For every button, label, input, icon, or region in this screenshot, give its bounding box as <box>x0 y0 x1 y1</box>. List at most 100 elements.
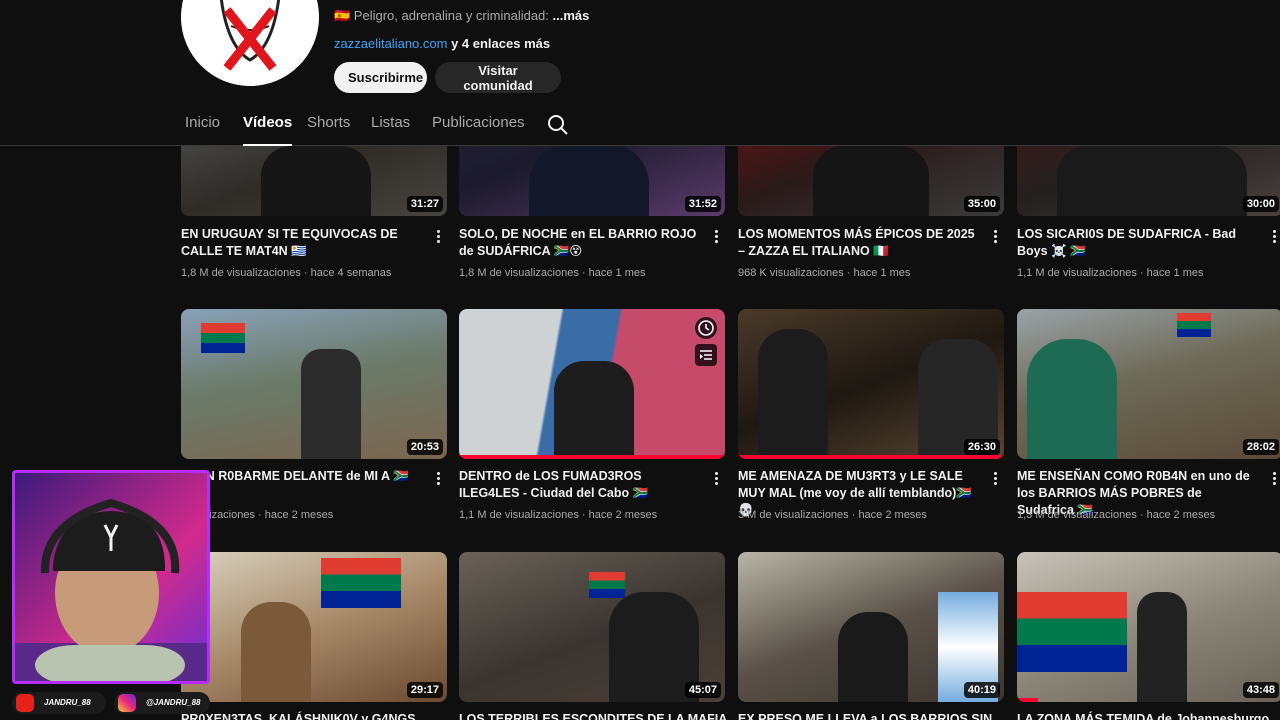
video-card[interactable]: 30:00 LOS SICARI0S DE SUDAFRICA - Bad Bo… <box>1017 66 1280 286</box>
thumbnail-figure <box>554 361 634 459</box>
video-card[interactable]: 20:53 NTAN R0BARME DELANTE de MI A 🇿🇦 vi… <box>181 309 447 531</box>
youtube-handle: JANDRU_88 <box>44 698 91 707</box>
thumbnail-figure <box>261 146 371 216</box>
description-text: 🇪🇸 Peligro, adrenalina y criminalidad: <box>334 8 553 23</box>
video-meta: 968 K visualizaciones · hace 1 mes <box>738 267 911 279</box>
thumbnail-figure <box>529 144 649 216</box>
video-thumbnail[interactable]: 45:07 <box>459 552 725 702</box>
video-card[interactable]: 31:27 EN URUGUAY SI TE EQUIVOCAS DE CALL… <box>181 66 447 286</box>
thumbnail-figure <box>301 349 361 459</box>
video-meta: 3 M de visualizaciones · hace 2 meses <box>738 509 927 521</box>
video-duration: 26:30 <box>963 439 1000 455</box>
stream-social-bar: JANDRU_88 @JANDRU_88 <box>0 688 240 720</box>
video-duration: 20:53 <box>406 439 443 455</box>
youtube-handle-badge: JANDRU_88 <box>12 692 106 714</box>
more-options-icon[interactable] <box>990 470 1000 488</box>
video-thumbnail[interactable]: 29:17 <box>181 552 447 702</box>
video-meta: 1,8 M de visualizaciones · hace 4 semana… <box>181 267 392 279</box>
video-meta: 1,3 M de visualizaciones · hace 2 meses <box>1017 509 1216 521</box>
tab-shorts[interactable]: Shorts <box>307 114 350 146</box>
thumbnail-figure <box>1057 146 1247 216</box>
video-card[interactable]: 26:30 ME AMENAZA DE MU3RT3 y LE SALE MUY… <box>738 309 1004 531</box>
thumbnail-flag <box>321 558 401 608</box>
more-options-icon[interactable] <box>711 228 721 246</box>
thumbnail-figure <box>838 612 908 702</box>
thumbnail-flag <box>1017 592 1127 672</box>
video-title[interactable]: LOS TERRIBLES ESCONDITES DE LA MAFIA <box>459 711 727 720</box>
more-options-icon[interactable] <box>433 228 443 246</box>
video-title[interactable]: NTAN R0BARME DELANTE de MI A 🇿🇦 <box>181 468 421 485</box>
channel-avatar[interactable] <box>181 0 319 86</box>
search-icon[interactable] <box>547 114 569 136</box>
thumbnail-flag <box>201 323 245 353</box>
channel-header: 🇪🇸 Peligro, adrenalina y criminalidad: .… <box>0 0 1280 146</box>
video-card[interactable]: 31:52 SOLO, DE NOCHE en EL BARRIO ROJO d… <box>459 66 725 286</box>
more-options-icon[interactable] <box>433 470 443 488</box>
more-options-icon[interactable] <box>1269 470 1279 488</box>
tab-videos[interactable]: Vídeos <box>243 114 293 146</box>
tab-inicio[interactable]: Inicio <box>185 114 220 146</box>
thumbnail-figure <box>1137 592 1187 702</box>
video-duration: 45:07 <box>684 682 721 698</box>
video-thumbnail[interactable] <box>459 309 725 459</box>
video-title[interactable]: SOLO, DE NOCHE en EL BARRIO ROJO de SUDÁ… <box>459 226 699 260</box>
watch-progress-bar <box>459 455 725 459</box>
youtube-icon <box>16 694 34 712</box>
video-duration: 30:00 <box>1242 196 1279 212</box>
video-title[interactable]: EX PRESO ME LLEVA a LOS BARRIOS SIN <box>738 711 992 720</box>
video-duration: 29:17 <box>406 682 443 698</box>
video-meta: 1,1 M de visualizaciones · hace 2 meses <box>459 509 658 521</box>
instagram-icon <box>118 694 136 712</box>
video-meta: 1,8 M de visualizaciones · hace 1 mes <box>459 267 646 279</box>
video-card[interactable]: 28:02 ME ENSEÑAN COMO R0B4N en uno de lo… <box>1017 309 1280 531</box>
description-more-link[interactable]: ...más <box>553 8 590 23</box>
video-title[interactable]: EN URUGUAY SI TE EQUIVOCAS DE CALLE TE M… <box>181 226 421 260</box>
video-card[interactable]: DENTRO de LOS FUMAD3ROS ILEG4LES - Ciuda… <box>459 309 725 531</box>
subscribe-button[interactable]: Suscribirme <box>334 62 427 93</box>
video-duration: 35:00 <box>963 196 1000 212</box>
video-duration: 31:27 <box>406 196 443 212</box>
website-link[interactable]: zazzaelitaliano.com <box>334 36 447 51</box>
video-duration: 31:52 <box>684 196 721 212</box>
channel-description: 🇪🇸 Peligro, adrenalina y criminalidad: .… <box>334 8 589 24</box>
video-meta: 1,1 M de visualizaciones · hace 1 mes <box>1017 267 1204 279</box>
video-card[interactable]: 45:07 LOS TERRIBLES ESCONDITES DE LA MAF… <box>459 552 727 720</box>
video-thumbnail[interactable]: 20:53 <box>181 309 447 459</box>
more-options-icon[interactable] <box>1269 228 1279 246</box>
video-thumbnail[interactable]: 26:30 <box>738 309 1004 459</box>
video-duration: 43:48 <box>1242 682 1279 698</box>
thumbnail-figure <box>813 146 929 216</box>
more-links[interactable]: y 4 enlaces más <box>447 36 550 51</box>
video-title[interactable]: LOS SICARI0S DE SUDAFRICA - Bad Boys ☠️ … <box>1017 226 1257 260</box>
watch-progress-bar <box>738 455 1004 459</box>
watch-later-icon[interactable] <box>695 317 717 339</box>
video-title[interactable]: DENTRO de LOS FUMAD3ROS ILEG4LES - Ciuda… <box>459 468 699 502</box>
thumbnail-flag <box>589 572 625 598</box>
more-options-icon[interactable] <box>990 228 1000 246</box>
video-card[interactable]: 40:19 EX PRESO ME LLEVA a LOS BARRIOS SI… <box>738 552 1004 720</box>
tab-publicaciones[interactable]: Publicaciones <box>432 114 525 146</box>
thumbnail-flag <box>1177 313 1211 337</box>
more-options-icon[interactable] <box>711 470 721 488</box>
video-card[interactable]: 43:48 LA ZONA MÁS TEMIDA de Johannesburg… <box>1017 552 1280 720</box>
webcam-overlay <box>12 470 210 684</box>
instagram-handle: @JANDRU_88 <box>146 698 201 707</box>
webcam-person <box>15 498 207 681</box>
thumbnail-figure <box>758 329 828 459</box>
video-thumbnail[interactable]: 28:02 <box>1017 309 1280 459</box>
video-thumbnail[interactable]: 40:19 <box>738 552 1004 702</box>
thumbnail-figure <box>1027 339 1117 459</box>
watch-progress-bar <box>1017 698 1039 702</box>
video-title[interactable]: LOS MOMENTOS MÁS ÉPICOS DE 2025 – ZAZZA … <box>738 226 978 260</box>
video-meta: visualizaciones · hace 2 meses <box>181 509 334 521</box>
video-duration: 40:19 <box>963 682 1000 698</box>
instagram-handle-badge: @JANDRU_88 <box>114 692 210 714</box>
channel-links: zazzaelitaliano.com y 4 enlaces más <box>334 36 550 51</box>
tab-listas[interactable]: Listas <box>371 114 410 146</box>
add-to-queue-icon[interactable] <box>695 344 717 366</box>
video-title[interactable]: LA ZONA MÁS TEMIDA de Johannesburgo <box>1017 711 1269 720</box>
video-card[interactable]: 35:00 LOS MOMENTOS MÁS ÉPICOS DE 2025 – … <box>738 66 1004 286</box>
thumbnail-figure <box>241 602 311 702</box>
visit-community-button[interactable]: Visitar comunidad <box>435 62 561 93</box>
video-thumbnail[interactable]: 43:48 <box>1017 552 1280 702</box>
